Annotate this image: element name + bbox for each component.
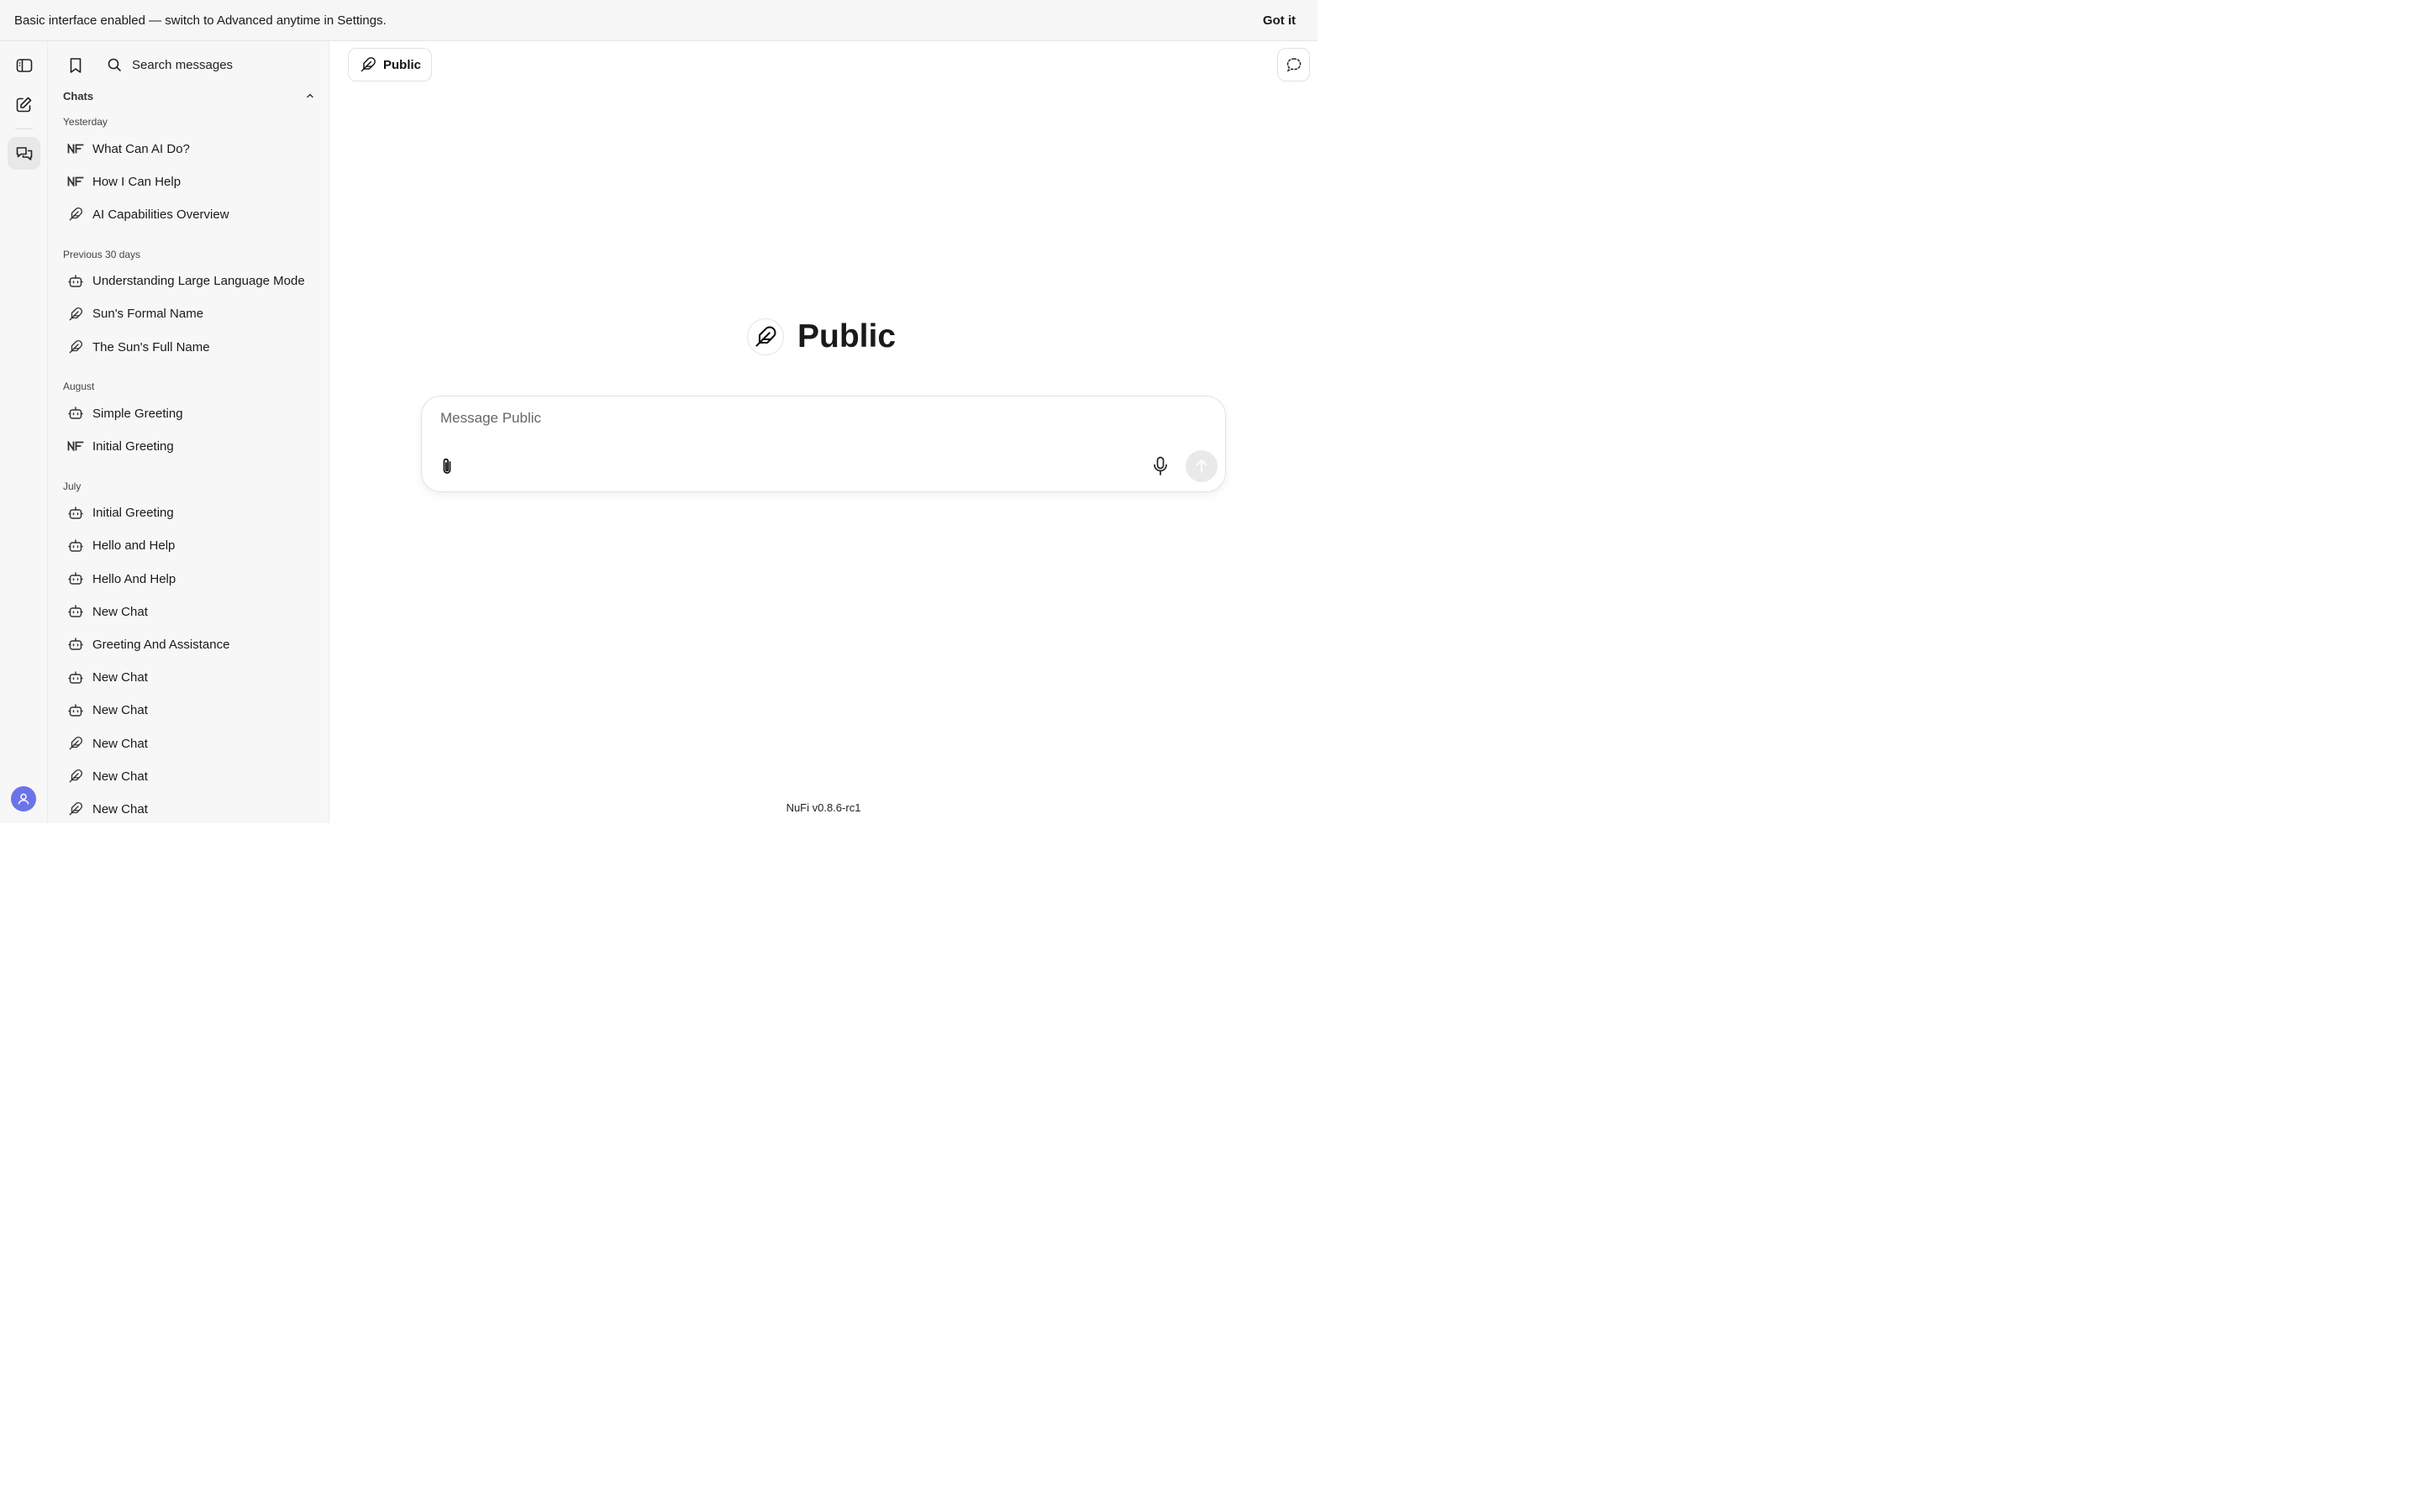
- chat-title: New Chat: [92, 604, 148, 619]
- notice-banner: Basic interface enabled — switch to Adva…: [0, 0, 1318, 41]
- feather-icon: [67, 206, 84, 223]
- model-selector-label: Public: [383, 57, 422, 72]
- search-input[interactable]: [132, 55, 308, 75]
- chat-title: Initial Greeting: [92, 506, 174, 521]
- chat-group-label: Previous 30 days: [63, 248, 141, 260]
- message-input[interactable]: [440, 410, 1197, 435]
- nf-logo-icon: [67, 140, 84, 157]
- microphone-icon: [1154, 456, 1167, 475]
- model-selector-button[interactable]: Public: [348, 48, 432, 81]
- feather-icon: [67, 339, 84, 355]
- chat-title: Initial Greeting: [92, 438, 174, 454]
- chat-group-label: July: [63, 480, 82, 492]
- chat-title: Hello and Help: [92, 538, 176, 554]
- robot-icon: [67, 702, 84, 719]
- nf-logo-icon: [67, 173, 84, 190]
- dashed-chat-bubble-icon: [1286, 58, 1301, 72]
- chat-list-item[interactable]: New Chat: [60, 762, 320, 790]
- chat-title: New Chat: [92, 670, 148, 685]
- feather-icon: [67, 801, 84, 817]
- chat-title: AI Capabilities Overview: [92, 207, 229, 222]
- chat-list-item[interactable]: Hello And Help: [60, 564, 320, 593]
- chat-list-item[interactable]: Sun's Formal Name: [60, 300, 320, 328]
- chat-title: What Can AI Do?: [92, 141, 190, 156]
- chat-bubbles-icon: [16, 146, 32, 160]
- chat-list-item[interactable]: Initial Greeting: [60, 499, 320, 528]
- chat-list-item[interactable]: Initial Greeting: [60, 432, 320, 460]
- robot-icon: [67, 603, 84, 620]
- chat-group-label: Yesterday: [63, 116, 108, 128]
- chat-title: Understanding Large Language Models: [92, 274, 304, 289]
- robot-icon: [67, 570, 84, 587]
- attach-file-button[interactable]: [437, 456, 457, 476]
- dismiss-banner-button[interactable]: Got it: [1263, 13, 1303, 28]
- chat-list-item[interactable]: New Chat: [60, 729, 320, 758]
- send-message-button[interactable]: [1186, 450, 1218, 482]
- version-label: NuFi v0.8.6-rc1: [786, 801, 861, 814]
- feather-icon: [755, 326, 776, 347]
- arrow-up-icon: [1196, 459, 1207, 473]
- model-name-heading: Public: [797, 318, 897, 354]
- search-icon: [108, 58, 121, 71]
- voice-input-button[interactable]: [1150, 455, 1171, 477]
- user-avatar[interactable]: [11, 786, 36, 811]
- nf-logo-icon: [67, 438, 84, 454]
- message-composer: [421, 396, 1226, 492]
- toggle-sidebar-button[interactable]: [8, 49, 40, 81]
- chat-sidebar: Chats Yesterday What Can AI Do? How I Can …: [48, 41, 329, 823]
- model-logo: [747, 318, 784, 355]
- chat-list-item[interactable]: New Chat: [60, 795, 320, 823]
- chat-title: New Chat: [92, 769, 148, 784]
- bookmark-icon[interactable]: [66, 56, 85, 75]
- chat-title: New Chat: [92, 736, 148, 751]
- chat-group-label: August: [63, 381, 95, 393]
- chat-list-item[interactable]: New Chat: [60, 696, 320, 725]
- chat-list-item[interactable]: The Sun's Full Name: [60, 333, 320, 361]
- sidebar-icon: [16, 58, 32, 72]
- chat-title: Sun's Formal Name: [92, 307, 204, 322]
- chat-list-item[interactable]: New Chat: [60, 664, 320, 692]
- chat-list-item[interactable]: New Chat: [60, 597, 320, 626]
- feather-icon: [360, 57, 376, 72]
- chat-title: New Chat: [92, 801, 148, 816]
- chat-list-item[interactable]: Hello and Help: [60, 532, 320, 560]
- chat-title: Greeting And Assistance: [92, 637, 230, 652]
- banner-message: Basic interface enabled — switch to Adva…: [14, 13, 387, 28]
- robot-icon: [67, 636, 84, 653]
- new-chat-button[interactable]: [8, 88, 40, 121]
- robot-icon: [67, 669, 84, 686]
- chats-button[interactable]: [8, 137, 40, 170]
- feather-icon: [67, 735, 84, 752]
- chat-title: New Chat: [92, 703, 148, 718]
- chat-list-item[interactable]: AI Capabilities Overview: [60, 200, 320, 228]
- chats-section-toggle[interactable]: Chats: [63, 89, 315, 106]
- user-icon: [18, 793, 29, 805]
- robot-icon: [67, 505, 84, 522]
- feather-icon: [67, 306, 84, 323]
- robot-icon: [67, 405, 84, 422]
- paperclip-icon: [443, 458, 451, 474]
- chat-list-item[interactable]: How I Can Help: [60, 167, 320, 196]
- robot-icon: [67, 538, 84, 554]
- chat-title: The Sun's Full Name: [92, 339, 210, 354]
- chat-list-item[interactable]: What Can AI Do?: [60, 134, 320, 163]
- chats-section-title: Chats: [63, 90, 94, 102]
- chat-title: Simple Greeting: [92, 406, 183, 421]
- chat-list-item[interactable]: Understanding Large Language Models: [60, 267, 320, 296]
- icon-rail: [0, 41, 48, 823]
- main-panel: Public Public Message Public NuFi v0.8.6…: [329, 41, 1318, 823]
- chat-title: How I Can Help: [92, 174, 182, 189]
- pencil-square-icon: [16, 97, 32, 113]
- sidebar-toolbar: [48, 41, 329, 88]
- robot-icon: [67, 273, 84, 290]
- model-hero: Public: [747, 318, 896, 355]
- feather-icon: [67, 768, 84, 785]
- chat-list-item[interactable]: Simple Greeting: [60, 399, 320, 428]
- chevron-up-icon: [307, 93, 313, 98]
- chat-list-item[interactable]: Greeting And Assistance: [60, 630, 320, 659]
- chat-title: Hello And Help: [92, 571, 176, 586]
- temporary-chat-button[interactable]: [1277, 48, 1310, 81]
